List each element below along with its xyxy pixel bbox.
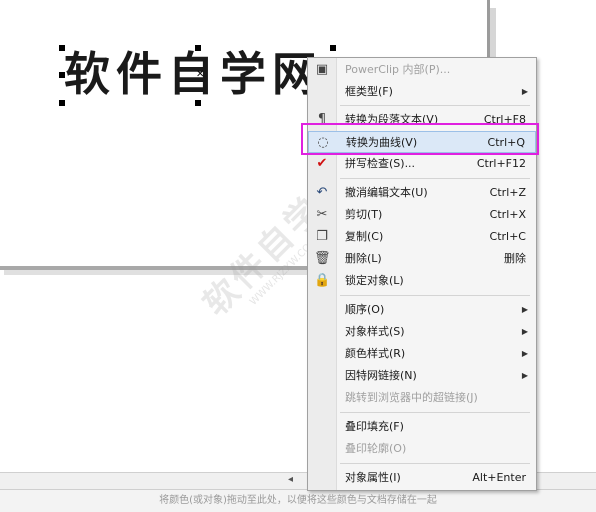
menu-separator	[340, 105, 530, 106]
submenu-arrow-icon: ▶	[521, 327, 528, 336]
menu-item-overprint-outline[interactable]: 叠印轮廓(O)	[308, 438, 536, 460]
menu-item-powerclip-inside[interactable]: ▣ PowerClip 内部(P)...	[308, 59, 536, 81]
menu-item-spell-check[interactable]: ✔ 拼写检查(S)... Ctrl+F12	[308, 153, 536, 175]
selection-handle-tr[interactable]	[330, 45, 336, 51]
menu-item-lock-object[interactable]: 🔒 锁定对象(L)	[308, 270, 536, 292]
submenu-arrow-icon: ▶	[521, 371, 528, 380]
selection-handle-bl[interactable]	[59, 100, 65, 106]
menu-item-order[interactable]: 顺序(O) ▶	[308, 299, 536, 321]
menu-item-object-styles[interactable]: 对象样式(S) ▶	[308, 321, 536, 343]
powerclip-icon: ▣	[315, 62, 329, 77]
menu-item-undo-edit-text[interactable]: ↶ 撤消编辑文本(U) Ctrl+Z	[308, 182, 536, 204]
menu-item-delete[interactable]: 🗑 删除(L) 删除	[308, 248, 536, 270]
document-color-palette[interactable]: 将颜色(或对象)拖动至此处，以便将这些颜色与文档存储在一起	[0, 489, 596, 512]
menu-item-internet-links[interactable]: 因特网链接(N) ▶	[308, 365, 536, 387]
selected-artistic-text[interactable]: 软件自学网	[64, 46, 314, 102]
menu-item-color-styles[interactable]: 颜色样式(R) ▶	[308, 343, 536, 365]
menu-separator	[340, 412, 530, 413]
lock-icon: 🔒	[314, 273, 331, 288]
menu-item-jump-hyperlink[interactable]: 跳转到浏览器中的超链接(J)	[308, 387, 536, 409]
annotation-highlight-box	[301, 123, 539, 155]
color-bar-hint: 将颜色(或对象)拖动至此处，以便将这些颜色与文档存储在一起	[159, 495, 437, 506]
submenu-arrow-icon: ▶	[521, 349, 528, 358]
submenu-arrow-icon: ▶	[521, 87, 528, 96]
submenu-arrow-icon: ▶	[521, 305, 528, 314]
copy-icon: ❐	[316, 229, 328, 244]
menu-separator	[340, 295, 530, 296]
menu-item-overprint-fill[interactable]: 叠印填充(F)	[308, 416, 536, 438]
selection-center-mark: ✕	[196, 69, 205, 80]
scroll-left-arrow-icon[interactable]: ◂	[288, 474, 293, 485]
selection-handle-tm[interactable]	[195, 45, 201, 51]
menu-item-copy[interactable]: ❐ 复制(C) Ctrl+C	[308, 226, 536, 248]
selection-handle-ml[interactable]	[59, 72, 65, 78]
menu-separator	[340, 178, 530, 179]
undo-icon: ↶	[316, 185, 328, 200]
spell-check-icon: ✔	[316, 156, 328, 171]
scissors-icon: ✂	[316, 207, 328, 222]
menu-item-frame-type[interactable]: 框类型(F) ▶	[308, 81, 536, 103]
menu-item-object-properties[interactable]: 对象属性(I) Alt+Enter	[308, 467, 536, 489]
selection-handle-tl[interactable]	[59, 45, 65, 51]
menu-item-cut[interactable]: ✂ 剪切(T) Ctrl+X	[308, 204, 536, 226]
trash-icon: 🗑	[314, 251, 331, 266]
menu-separator	[340, 463, 530, 464]
selection-handle-bm[interactable]	[195, 100, 201, 106]
